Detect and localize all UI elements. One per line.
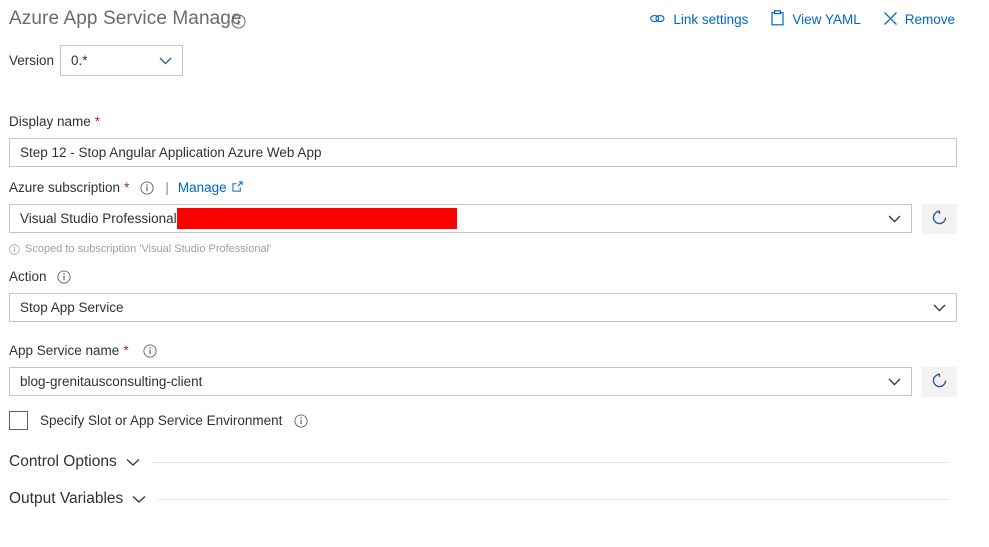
clipboard-icon [770,10,785,29]
page-title: Azure App Service Manage [9,8,242,29]
version-row: Version 0.* [0,45,184,76]
view-yaml-label: View YAML [792,11,861,27]
azure-pipelines-task-editor: Azure App Service Manage Link settings V… [0,0,989,547]
refresh-icon [931,209,948,229]
chevron-down-icon [888,378,901,386]
info-icon [9,243,20,255]
task-header: Azure App Service Manage Link settings V… [0,0,989,44]
required-asterisk: * [124,180,130,195]
section-output-variables[interactable]: Output Variables [9,490,949,508]
azure-subscription-select[interactable]: Visual Studio Professional [9,204,912,233]
chevron-down-icon [888,215,901,223]
info-icon[interactable] [294,413,308,428]
section-control-options-title: Control Options [9,453,117,470]
section-divider [158,498,949,500]
refresh-icon [931,372,948,392]
azure-subscription-hint-text: Scoped to subscription 'Visual Studio Pr… [25,243,272,255]
app-service-name-value: blog-grenitausconsulting-client [20,374,203,389]
action-select[interactable]: Stop App Service [9,293,957,322]
required-asterisk: * [94,114,101,129]
specify-slot-checkbox-row[interactable]: Specify Slot or App Service Environment [9,411,308,430]
specify-slot-checkbox[interactable] [9,411,28,430]
version-label: Version [9,53,55,68]
display-name-input[interactable]: Step 12 - Stop Angular Application Azure… [9,138,957,167]
manage-label: Manage [177,180,227,195]
display-name-value: Step 12 - Stop Angular Application Azure… [20,145,322,160]
action-label: Action [9,269,71,284]
link-settings-label: Link settings [673,11,749,27]
app-service-name-refresh-button[interactable] [922,367,957,397]
remove-button[interactable]: Remove [883,11,955,29]
chevron-down-icon [933,304,946,312]
view-yaml-button[interactable]: View YAML [770,10,861,29]
app-service-name-label: App Service name * [9,343,157,358]
separator: | [165,180,169,195]
info-icon[interactable] [56,269,71,284]
app-service-name-select[interactable]: blog-grenitausconsulting-client [9,367,912,396]
specify-slot-label: Specify Slot or App Service Environment [40,413,283,428]
version-value: 0.* [71,53,88,68]
external-link-icon [232,180,243,195]
display-name-label: Display name * [9,114,100,129]
chevron-down-icon [159,57,172,65]
redaction-bar [176,208,457,229]
info-icon[interactable] [231,14,246,29]
action-label-text: Action [9,269,47,284]
azure-subscription-label-row: Azure subscription * | Manage [9,180,243,195]
section-divider [151,461,949,463]
version-select[interactable]: 0.* [60,45,184,76]
remove-label: Remove [904,11,955,27]
azure-subscription-label: Azure subscription [9,180,121,195]
link-chain-icon [649,11,666,29]
azure-subscription-refresh-button[interactable] [922,204,957,234]
section-output-variables-title: Output Variables [9,490,124,507]
display-name-label-text: Display name [9,114,91,129]
azure-subscription-hint: Scoped to subscription 'Visual Studio Pr… [9,243,271,255]
header-actions: Link settings View YAML Remove [649,10,955,29]
link-settings-button[interactable]: Link settings [649,11,748,29]
chevron-down-icon [132,495,146,504]
action-value: Stop App Service [20,300,124,315]
chevron-down-icon [126,458,140,467]
required-asterisk: * [123,343,129,358]
close-x-icon [883,11,898,29]
section-control-options[interactable]: Control Options [9,453,949,471]
app-service-name-label-text: App Service name [9,343,120,358]
info-icon[interactable] [143,343,157,358]
azure-subscription-value: Visual Studio Professional [20,211,177,226]
info-icon[interactable] [140,180,154,195]
manage-link[interactable]: Manage [178,180,243,195]
